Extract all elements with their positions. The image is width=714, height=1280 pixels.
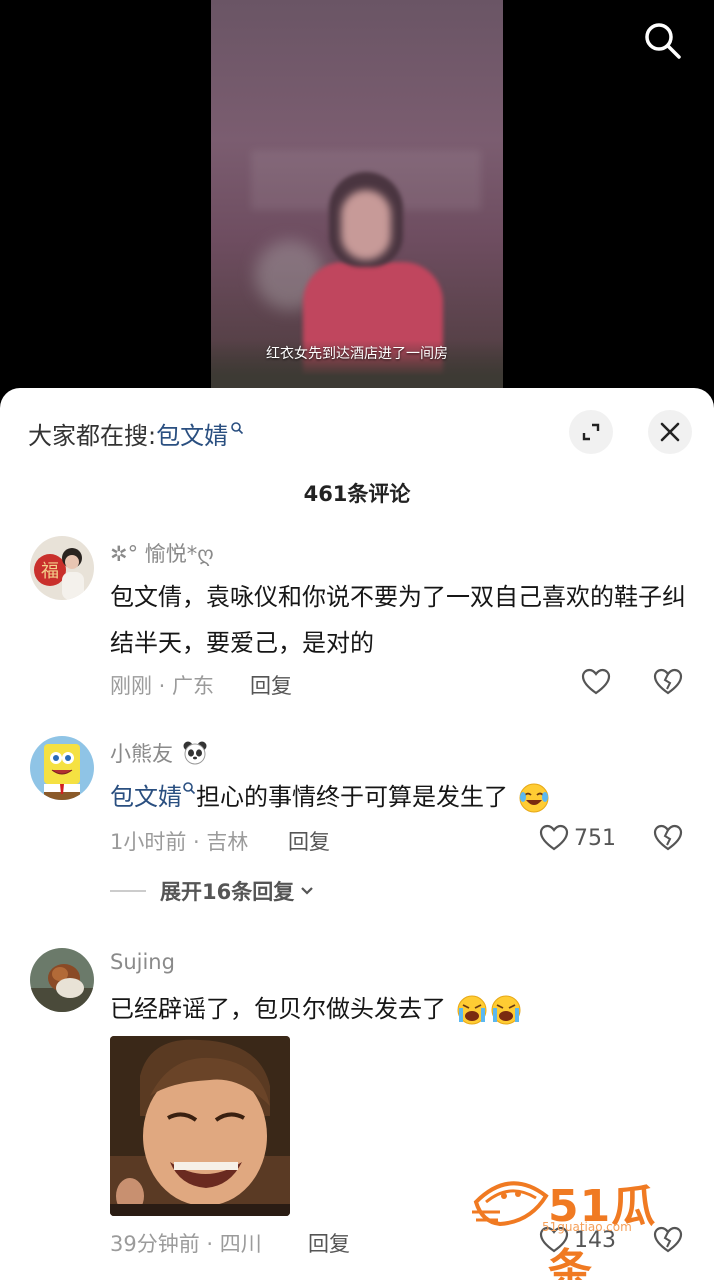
expand-button[interactable] [569, 410, 613, 454]
like-button[interactable] [580, 666, 612, 698]
panda-icon [183, 741, 207, 765]
like-button[interactable]: 751 [538, 822, 616, 854]
broken-heart-icon [653, 668, 683, 695]
watermark-subtext: 51guatiao.com [542, 1220, 632, 1234]
video-player[interactable]: 红衣女先到达酒店进了一间房 [0, 0, 714, 400]
search-suggestion: 大家都在搜: 包文婧 [28, 416, 244, 451]
comment-body: 已经辟谣了，包贝尔做头发去了 [110, 995, 446, 1023]
comment-item: 小熊友 包文婧 担心的事情终于可算是发生了 1小时前 · 吉林 回复 751 展… [0, 736, 714, 916]
username[interactable]: 小熊友 [110, 738, 208, 768]
heart-icon [539, 824, 569, 851]
comment-body: 担心的事情终于可算是发生了 [196, 783, 508, 811]
expand-replies-label: 展开16条回复 [160, 880, 295, 904]
comments-sheet: 大家都在搜: 包文婧 461条评论 福 ✲° 愉悦*ღ 包文倩，袁咏仪和你说不要… [0, 388, 714, 1280]
search-keyword-link[interactable]: 包文婧 [156, 416, 244, 451]
comment-time-location: 刚刚 · 广东 [110, 674, 215, 698]
search-prefix: 大家都在搜: [28, 422, 157, 450]
small-search-icon [183, 782, 196, 795]
video-subtitle: 红衣女先到达酒店进了一间房 [266, 346, 448, 362]
keyword-text: 包文婧 [110, 783, 182, 811]
sheet-header: 大家都在搜: 包文婧 [0, 388, 714, 478]
search-icon[interactable] [640, 18, 684, 62]
comment-text: 包文倩，袁咏仪和你说不要为了一双自己喜欢的鞋子纠结半天，要爱己，是对的 [110, 583, 686, 657]
small-search-icon [231, 421, 244, 434]
username-text: 小熊友 [110, 742, 173, 766]
video-frame [211, 0, 503, 400]
watermelon-logo-icon [472, 1181, 549, 1227]
comment-time-location: 39分钟前 · 四川 [110, 1232, 262, 1256]
close-button[interactable] [648, 410, 692, 454]
username[interactable]: Sujing [110, 950, 175, 974]
like-count: 751 [574, 825, 616, 851]
reply-button[interactable]: 回复 [308, 1228, 350, 1258]
reply-button[interactable]: 回复 [288, 826, 330, 856]
laughing-crying-emoji-icon [519, 783, 549, 813]
loudly-crying-emoji-icon [457, 995, 487, 1025]
avatar[interactable] [30, 948, 94, 1012]
watermark-logo: 51瓜条 51guatiao.com [470, 1168, 700, 1280]
close-icon [660, 422, 680, 442]
chevron-down-icon [301, 887, 314, 895]
avatar[interactable] [30, 736, 94, 800]
comment-text: 包文婧 担心的事情终于可算是发生了 [110, 774, 690, 820]
dislike-button[interactable] [652, 666, 684, 698]
heart-icon [581, 668, 611, 695]
broken-heart-icon [653, 824, 683, 851]
comment-count: 461条评论 [303, 482, 411, 506]
loudly-crying-emoji-icon [491, 995, 521, 1025]
expand-icon [582, 423, 600, 441]
username[interactable]: ✲° 愉悦*ღ [110, 538, 214, 568]
comment-text: 已经辟谣了，包贝尔做头发去了 [110, 986, 690, 1032]
search-keyword: 包文婧 [156, 422, 229, 450]
comment-time-location: 1小时前 · 吉林 [110, 830, 249, 854]
keyword-link[interactable]: 包文婧 [110, 782, 196, 811]
comment-item: 福 ✲° 愉悦*ღ 包文倩，袁咏仪和你说不要为了一双自己喜欢的鞋子纠结半天，要爱… [0, 536, 714, 706]
comment-image[interactable] [110, 1036, 290, 1216]
dislike-button[interactable] [652, 822, 684, 854]
reply-button[interactable]: 回复 [250, 670, 292, 700]
avatar[interactable]: 福 [30, 536, 94, 600]
svg-text:福: 福 [41, 561, 59, 582]
expand-replies-button[interactable]: 展开16条回复 [110, 876, 316, 906]
